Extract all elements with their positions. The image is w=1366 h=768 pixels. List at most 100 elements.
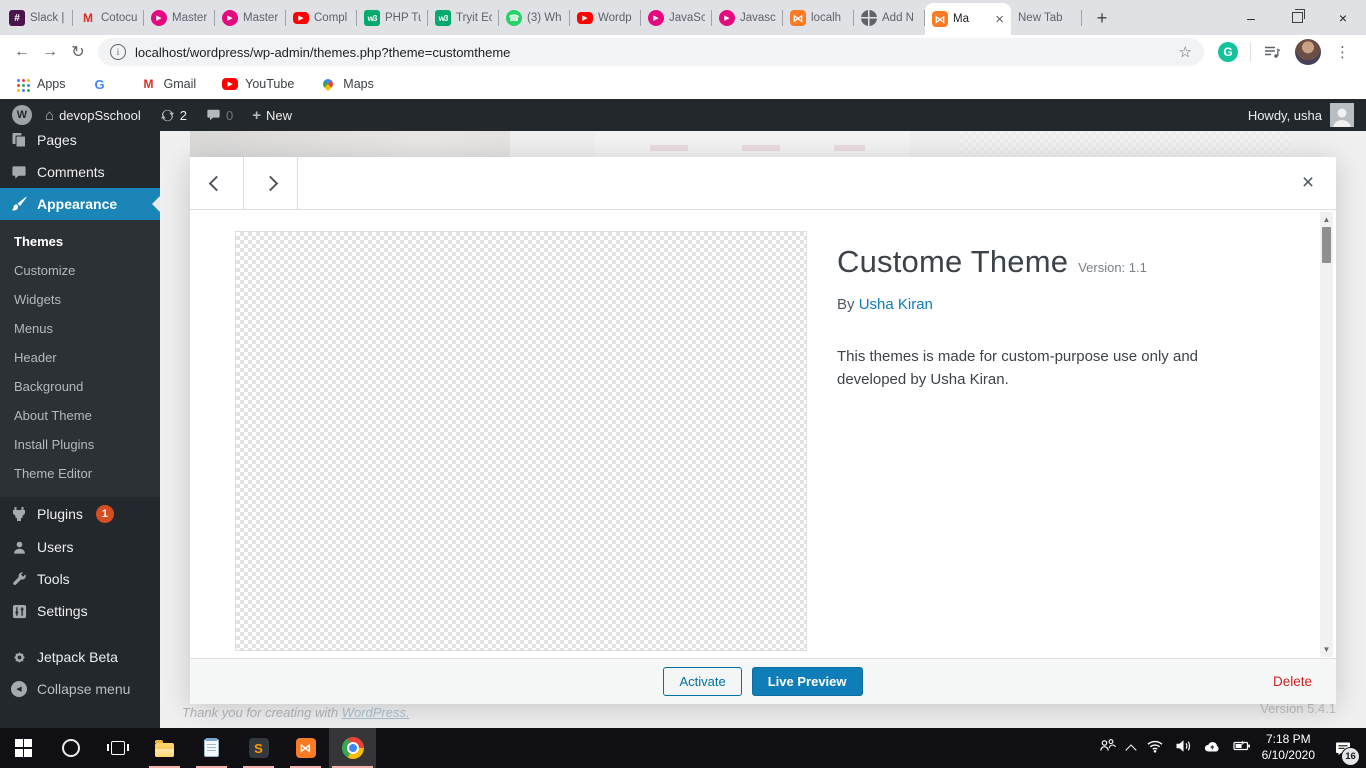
xampp-button[interactable] (282, 728, 329, 768)
file-explorer-button[interactable] (141, 728, 188, 768)
browser-tab[interactable]: PHP Tu (357, 1, 428, 35)
action-center-button[interactable]: 16 (1326, 728, 1360, 768)
playlist-extension-icon[interactable] (1263, 44, 1281, 60)
browser-tab[interactable]: localh (783, 1, 854, 35)
tray-expand-chevron-icon[interactable] (1125, 744, 1136, 755)
activate-button[interactable]: Activate (663, 667, 741, 696)
tab-favicon (435, 10, 451, 26)
taskbar-clock[interactable]: 7:18 PM 6/10/2020 (1262, 732, 1315, 763)
sidebar-subitem[interactable]: Themes (0, 227, 160, 256)
sidebar-item-users[interactable]: Users (0, 531, 160, 563)
close-window-button[interactable]: × (1320, 0, 1366, 35)
browser-tab[interactable]: New Tab (1011, 1, 1082, 35)
browser-tab[interactable]: Tryit Ec (428, 1, 499, 35)
author-link[interactable]: Usha Kiran (859, 296, 933, 313)
volume-icon[interactable] (1175, 739, 1192, 758)
start-button[interactable] (0, 728, 47, 768)
task-view-icon (111, 741, 125, 755)
live-preview-button[interactable]: Live Preview (752, 667, 863, 696)
adminbar-comments[interactable]: 0 (200, 99, 239, 131)
sublime-text-button[interactable] (235, 728, 282, 768)
battery-icon[interactable] (1233, 739, 1251, 757)
wp-admin-bar: W ⌂ devopSschool 2 0 + New Howdy, usha (0, 99, 1366, 131)
adminbar-updates[interactable]: 2 (154, 99, 193, 131)
next-theme-button[interactable] (244, 157, 298, 209)
scrollbar-thumb[interactable] (1322, 227, 1331, 263)
sidebar-item-tools[interactable]: Tools (0, 563, 160, 595)
howdy-text[interactable]: Howdy, usha (1248, 108, 1322, 123)
notification-count-badge: 16 (1341, 747, 1360, 766)
sidebar-item-settings[interactable]: Settings (0, 595, 160, 627)
sidebar-subitem[interactable]: About Theme (0, 401, 160, 430)
wordpress-logo-icon[interactable]: W (12, 105, 32, 125)
task-view-button[interactable] (94, 728, 141, 768)
sidebar-subitem[interactable]: Header (0, 343, 160, 372)
folder-icon (155, 743, 174, 757)
chrome-button[interactable] (329, 728, 376, 768)
browser-tab[interactable]: JavaSc (641, 1, 712, 35)
browser-tab[interactable]: Javasc (712, 1, 783, 35)
reload-button[interactable]: ↻ (64, 42, 92, 62)
sidebar-label: Pages (37, 132, 77, 148)
sidebar-item-appearance[interactable]: Appearance (0, 188, 160, 220)
bookmark-star-icon[interactable]: ☆ (1179, 43, 1192, 61)
collapse-icon: ◀ (10, 681, 28, 697)
sidebar-subitem[interactable]: Install Plugins (0, 430, 160, 459)
browser-tab[interactable]: Add N (854, 1, 925, 35)
scroll-down-icon[interactable]: ▼ (1323, 642, 1331, 657)
sidebar-subitem[interactable]: Widgets (0, 285, 160, 314)
tab-favicon (577, 12, 593, 24)
forward-button[interactable]: → (36, 43, 64, 61)
subitem-label: Themes (14, 234, 63, 249)
sidebar-subitem[interactable]: Customize (0, 256, 160, 285)
user-avatar[interactable] (1330, 103, 1354, 127)
browser-tab[interactable]: Master (215, 1, 286, 35)
adminbar-site[interactable]: ⌂ devopSschool (39, 99, 147, 131)
sidebar-item-comments[interactable]: Comments (0, 156, 160, 188)
browser-tab[interactable]: Ma (925, 3, 1011, 35)
previous-theme-button[interactable] (190, 157, 244, 209)
browser-tab[interactable]: (3) Wh (499, 1, 570, 35)
bookmark-item[interactable] (92, 76, 115, 92)
browser-tab[interactable]: Compl (286, 1, 357, 35)
back-button[interactable]: ← (8, 43, 36, 61)
wifi-icon[interactable] (1146, 739, 1164, 758)
modal-close-button[interactable]: × (1280, 157, 1336, 209)
notepad-button[interactable] (188, 728, 235, 768)
browser-tab[interactable]: Cotocu (73, 1, 144, 35)
address-bar[interactable]: i localhost/wordpress/wp-admin/themes.ph… (98, 38, 1204, 66)
profile-avatar[interactable] (1295, 39, 1321, 65)
browser-tab[interactable]: Slack | (2, 1, 73, 35)
wordpress-link[interactable]: WordPress. (342, 705, 410, 720)
sidebar-subitem[interactable]: Background (0, 372, 160, 401)
sidebar-item-jetpack-beta[interactable]: Jetpack Beta (0, 641, 160, 673)
cortana-button[interactable] (47, 728, 94, 768)
adminbar-new[interactable]: + New (246, 99, 298, 131)
sidebar-item-pages[interactable]: Pages (0, 131, 160, 156)
scroll-up-icon[interactable]: ▲ (1323, 212, 1331, 227)
people-icon[interactable] (1099, 738, 1116, 758)
bookmark-item[interactable]: Apps (14, 76, 66, 92)
sidebar-label: Tools (37, 571, 70, 587)
site-info-icon[interactable]: i (110, 44, 126, 60)
sidebar-item-plugins[interactable]: Plugins 1 (0, 497, 160, 531)
sidebar-subitem[interactable]: Menus (0, 314, 160, 343)
delete-link[interactable]: Delete (1273, 674, 1312, 689)
bookmark-item[interactable]: Gmail (141, 76, 197, 92)
tab-close-icon[interactable] (995, 11, 1004, 28)
restore-button[interactable] (1274, 0, 1320, 35)
sidebar-subitem[interactable]: Theme Editor (0, 459, 160, 488)
browser-tab[interactable]: Master (144, 1, 215, 35)
new-tab-button[interactable]: + (1088, 4, 1116, 32)
onedrive-cloud-icon[interactable] (1203, 739, 1222, 758)
bookmark-item[interactable]: YouTube (222, 77, 294, 91)
url-text[interactable]: localhost/wordpress/wp-admin/themes.php?… (135, 45, 510, 60)
browser-tab[interactable]: Wordp (570, 1, 641, 35)
clock-date: 6/10/2020 (1262, 748, 1315, 764)
minimize-button[interactable]: – (1228, 0, 1274, 35)
grammarly-extension-icon[interactable]: G (1218, 42, 1238, 62)
bookmark-item[interactable]: Maps (320, 76, 374, 92)
modal-scrollbar[interactable]: ▲ ▼ (1320, 212, 1333, 657)
browser-menu-icon[interactable]: ⋮ (1335, 43, 1350, 61)
sidebar-item-collapse-menu[interactable]: ◀ Collapse menu (0, 673, 160, 705)
